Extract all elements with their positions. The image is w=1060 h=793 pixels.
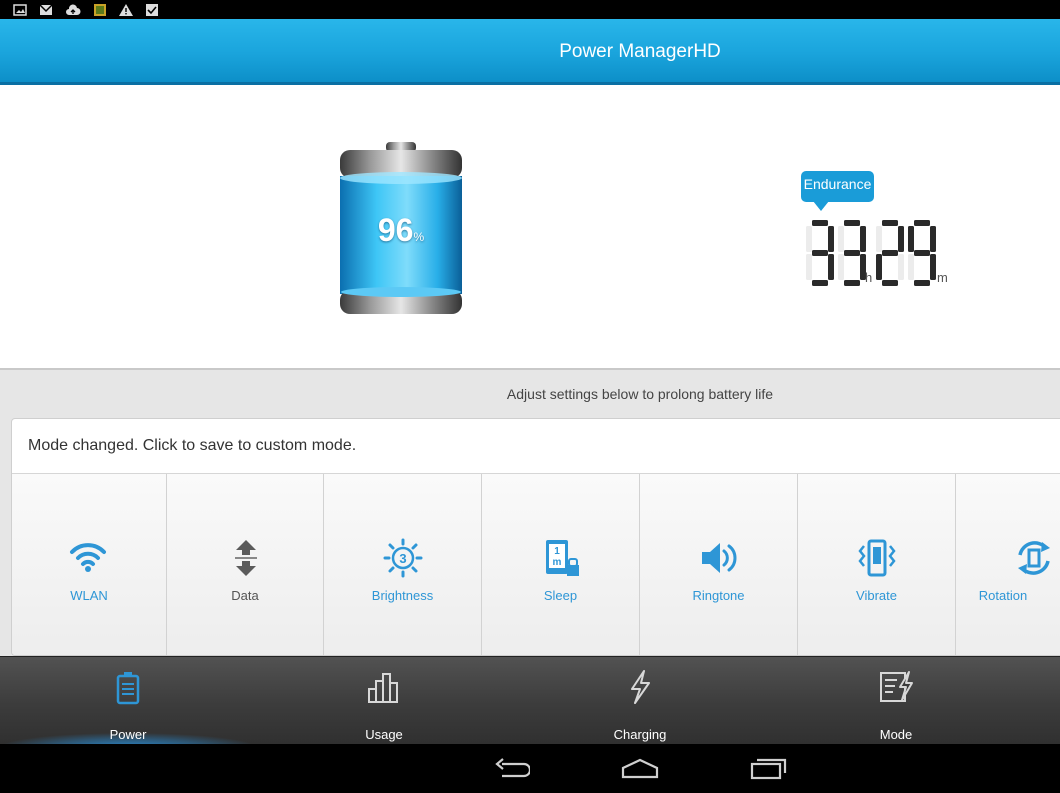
battery-level-unit: % bbox=[413, 230, 425, 244]
digit-segment bbox=[898, 254, 904, 280]
endurance-label: Endurance bbox=[801, 171, 874, 211]
mode-changed-message[interactable]: Mode changed. Click to save to custom mo… bbox=[28, 437, 356, 455]
sleep-icon: 1 m bbox=[546, 540, 579, 576]
tab-label: Usage bbox=[365, 727, 403, 742]
digit-segment bbox=[914, 280, 930, 286]
hours-unit: h bbox=[865, 270, 873, 285]
tab-charging[interactable]: Charging bbox=[512, 657, 768, 744]
digit-segment bbox=[838, 254, 844, 280]
digit-segment bbox=[806, 254, 812, 280]
lightning-icon bbox=[631, 670, 650, 704]
digit-segment bbox=[812, 280, 828, 286]
app-title-bar: Power ManagerHD bbox=[0, 19, 1060, 85]
gmail-icon bbox=[39, 3, 53, 15]
tab-label: Mode bbox=[879, 727, 913, 742]
toggle-row: WLAN Data 3 Brightness 1 m Sleep Rington… bbox=[12, 473, 1060, 655]
toggle-label: Rotation bbox=[978, 588, 1028, 603]
sleep-unit: m bbox=[553, 557, 562, 568]
digit-segment bbox=[806, 226, 812, 252]
toggle-rotation[interactable]: Rotation bbox=[956, 474, 1060, 655]
digit-segment bbox=[882, 280, 898, 286]
toggle-label: Data bbox=[231, 588, 259, 603]
sleep-level: 1 bbox=[554, 546, 560, 557]
digit-segment bbox=[898, 226, 904, 252]
digit-segment bbox=[914, 220, 930, 226]
battery-level-value: 96 bbox=[377, 212, 414, 248]
brightness-icon: 3 bbox=[383, 538, 423, 578]
checkbox-icon bbox=[146, 3, 158, 16]
back-icon[interactable] bbox=[494, 756, 530, 780]
digit-segment bbox=[844, 280, 860, 286]
app-title: Power ManagerHD bbox=[559, 41, 721, 62]
digit-segment bbox=[882, 220, 898, 226]
digit-segment bbox=[882, 250, 898, 256]
toggle-sleep[interactable]: 1 m Sleep bbox=[482, 474, 640, 655]
digit-segment bbox=[844, 250, 860, 256]
toggle-label: WLAN bbox=[70, 588, 108, 603]
settings-panel: Adjust settings below to prolong battery… bbox=[0, 368, 1060, 656]
brightness-level: 3 bbox=[399, 551, 406, 566]
digit-segment bbox=[930, 226, 936, 252]
battery-icon bbox=[116, 672, 140, 705]
tab-power[interactable]: Power bbox=[0, 657, 256, 744]
digit-segment bbox=[838, 226, 844, 252]
toggle-vibrate[interactable]: Vibrate bbox=[798, 474, 956, 655]
tab-usage[interactable]: Usage bbox=[256, 657, 512, 744]
digit-segment bbox=[930, 254, 936, 280]
digit-segment bbox=[876, 226, 882, 252]
digit-segment bbox=[908, 254, 914, 280]
vibrate-icon bbox=[858, 539, 896, 577]
digit-segment bbox=[812, 250, 828, 256]
tab-mode[interactable]: Mode bbox=[768, 657, 1024, 744]
status-bar bbox=[0, 0, 1060, 19]
toggle-card: Mode changed. Click to save to custom mo… bbox=[11, 418, 1060, 656]
toggle-ringtone[interactable]: Ringtone bbox=[640, 474, 798, 655]
system-navigation-bar bbox=[0, 744, 1060, 793]
rotation-icon bbox=[1018, 541, 1050, 575]
digit-segment bbox=[828, 226, 834, 252]
toggle-data[interactable]: Data bbox=[167, 474, 324, 655]
wifi-icon bbox=[70, 543, 106, 572]
recent-apps-icon[interactable] bbox=[750, 756, 788, 780]
digit-segment bbox=[908, 226, 914, 252]
data-icon bbox=[235, 540, 257, 576]
warning-icon bbox=[119, 3, 133, 16]
home-icon[interactable] bbox=[620, 756, 660, 780]
image-icon bbox=[13, 3, 27, 16]
toggle-brightness[interactable]: 3 Brightness bbox=[324, 474, 482, 655]
digit-segment bbox=[828, 254, 834, 280]
app-notification-icon bbox=[94, 3, 106, 16]
toggle-label: Brightness bbox=[371, 588, 434, 603]
speaker-icon bbox=[702, 543, 737, 573]
bottom-navigation: Power Usage Charging Mode bbox=[0, 656, 1060, 744]
cloud-upload-icon bbox=[66, 3, 81, 15]
digit-segment bbox=[844, 220, 860, 226]
toggle-label: Vibrate bbox=[856, 588, 897, 603]
toggle-label: Ringtone bbox=[692, 588, 745, 603]
toggle-label: Sleep bbox=[543, 588, 578, 603]
digit-segment bbox=[914, 250, 930, 256]
tab-label: Power bbox=[109, 727, 147, 742]
digit-segment bbox=[876, 254, 882, 280]
tab-label: Charging bbox=[613, 727, 667, 742]
app-window: Power ManagerHD 96% Endurance h m 33 29 … bbox=[0, 0, 1060, 793]
digit-segment bbox=[860, 226, 866, 252]
digit-segment bbox=[812, 220, 828, 226]
mode-icon bbox=[880, 671, 913, 702]
minutes-unit: m bbox=[937, 270, 948, 285]
settings-hint: Adjust settings below to prolong battery… bbox=[506, 386, 774, 402]
bar-chart-icon bbox=[368, 673, 398, 703]
toggle-wlan[interactable]: WLAN bbox=[12, 474, 167, 655]
battery-percentage: 96% bbox=[338, 212, 464, 249]
